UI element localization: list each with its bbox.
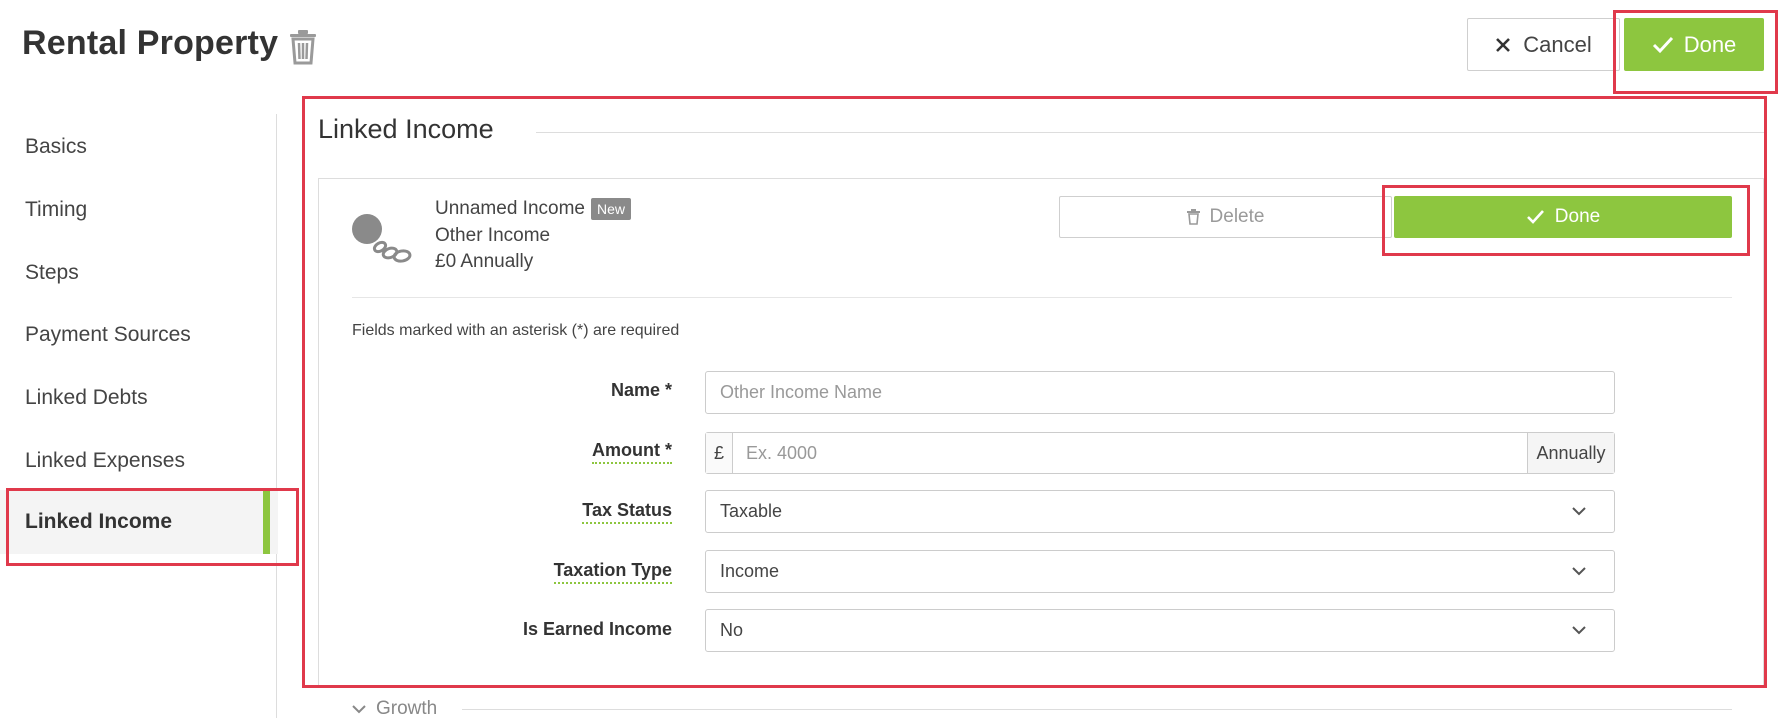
- chevron-down-icon: [1572, 567, 1586, 576]
- required-note: Fields marked with an asterisk (*) are r…: [352, 322, 680, 339]
- sidebar-item-label: Linked Debts: [25, 386, 148, 409]
- checkmark-icon: [1526, 210, 1544, 224]
- taxation-type-label: Taxation Type: [553, 560, 672, 584]
- income-name: Unnamed Income New: [435, 198, 631, 220]
- sidebar-item-linked-income[interactable]: Linked Income: [0, 490, 278, 554]
- section-title: Linked Income: [318, 114, 494, 144]
- taxation-type-value: Income: [720, 561, 780, 581]
- coins-icon: [352, 214, 412, 263]
- cancel-button[interactable]: Cancel: [1467, 18, 1620, 71]
- currency-prefix: £: [706, 433, 733, 473]
- amount-field-group: £ Annually: [705, 432, 1615, 474]
- growth-toggle[interactable]: Growth: [352, 698, 437, 720]
- delete-button-label: Delete: [1209, 206, 1265, 227]
- sidebar-item-label: Steps: [25, 261, 79, 284]
- tax-status-label: Tax Status: [582, 500, 672, 524]
- delete-income-button[interactable]: Delete: [1059, 196, 1392, 238]
- done-button-label: Done: [1683, 31, 1737, 57]
- done-income-button[interactable]: Done: [1394, 196, 1732, 238]
- amount-label: Amount *: [592, 440, 672, 464]
- taxation-type-select[interactable]: Income: [705, 550, 1615, 593]
- income-name-text: Unnamed Income: [435, 198, 585, 219]
- sidebar-item-linked-debts[interactable]: Linked Debts: [0, 366, 278, 430]
- section-divider: [536, 132, 1764, 133]
- chevron-down-icon: [1572, 626, 1586, 635]
- sidebar-item-label: Payment Sources: [25, 323, 191, 346]
- checkmark-icon: [1652, 36, 1673, 53]
- page-title: Rental Property: [22, 24, 279, 62]
- sidebar-item-label: Linked Income: [25, 510, 173, 533]
- is-earned-income-select[interactable]: No: [705, 609, 1615, 652]
- cancel-button-label: Cancel: [1523, 31, 1592, 57]
- sidebar-item-steps[interactable]: Steps: [0, 241, 278, 305]
- done-button[interactable]: Done: [1624, 18, 1764, 71]
- card-divider: [352, 297, 1732, 298]
- sidebar-item-label: Linked Expenses: [25, 449, 185, 472]
- growth-divider: [462, 709, 1732, 710]
- sidebar-item-label: Timing: [25, 198, 88, 221]
- trash-icon: [1186, 209, 1200, 225]
- delete-property-button[interactable]: [286, 28, 320, 66]
- chevron-down-icon: [1572, 507, 1586, 516]
- sidebar-item-basics[interactable]: Basics: [0, 115, 278, 179]
- sidebar-item-payment-sources[interactable]: Payment Sources: [0, 303, 278, 367]
- income-amount: £0 Annually: [435, 251, 534, 272]
- amount-input[interactable]: [733, 433, 1527, 473]
- trash-icon: [290, 30, 316, 65]
- done-income-button-label: Done: [1554, 206, 1601, 227]
- is-earned-income-label: Is Earned Income: [522, 619, 672, 639]
- sidebar-item-timing[interactable]: Timing: [0, 178, 278, 242]
- tax-status-select[interactable]: Taxable: [705, 490, 1615, 533]
- tax-status-value: Taxable: [720, 501, 783, 521]
- name-input[interactable]: [705, 371, 1615, 414]
- close-icon: [1496, 37, 1511, 52]
- sidebar-item-label: Basics: [25, 135, 87, 158]
- income-type: Other Income: [435, 225, 551, 246]
- new-badge: New: [590, 198, 631, 220]
- growth-label: Growth: [376, 698, 438, 719]
- name-label: Name *: [610, 380, 672, 400]
- sidebar-item-linked-expenses[interactable]: Linked Expenses: [0, 429, 278, 493]
- chevron-down-icon: [352, 704, 366, 713]
- is-earned-income-value: No: [720, 620, 744, 640]
- frequency-suffix[interactable]: Annually: [1527, 433, 1614, 473]
